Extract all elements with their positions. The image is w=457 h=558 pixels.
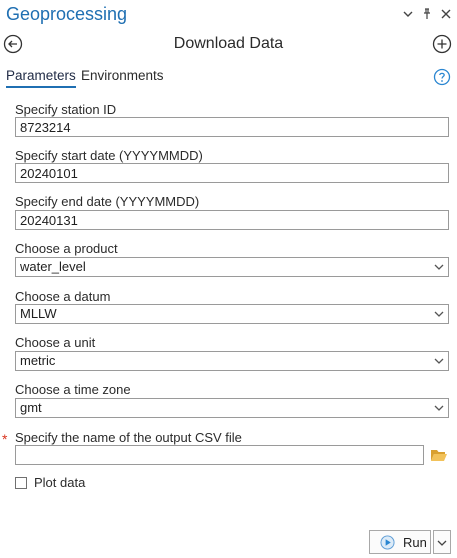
datum-select[interactable]: MLLW — [15, 304, 449, 324]
end-date-label: Specify end date (YYYYMMDD) — [15, 194, 200, 209]
chevron-down-icon — [437, 540, 447, 546]
station-id-label: Specify station ID — [15, 102, 117, 117]
run-icon — [380, 535, 395, 550]
pane-title: Geoprocessing — [6, 4, 128, 24]
chevron-down-icon — [434, 358, 444, 364]
pin-icon[interactable] — [419, 6, 435, 22]
unit-label: Choose a unit — [15, 335, 96, 350]
datum-value: MLLW — [20, 306, 57, 321]
product-label: Choose a product — [15, 241, 118, 256]
end-date-input[interactable] — [15, 210, 449, 230]
start-date-label: Specify start date (YYYYMMDD) — [15, 148, 203, 163]
add-circle-icon[interactable] — [432, 34, 452, 54]
run-label: Run — [403, 535, 427, 550]
folder-icon[interactable] — [430, 447, 448, 463]
close-icon[interactable] — [438, 6, 454, 22]
pane-header: Geoprocessing — [0, 0, 457, 30]
chevron-down-icon[interactable] — [400, 6, 416, 22]
time-zone-select[interactable]: gmt — [15, 398, 449, 418]
product-value: water_level — [20, 259, 86, 274]
start-date-input[interactable] — [15, 163, 449, 183]
tab-environments[interactable]: Environments — [81, 68, 164, 83]
required-marker: * — [2, 431, 8, 447]
plot-data-label: Plot data — [34, 475, 86, 490]
output-csv-label: Specify the name of the output CSV file — [15, 430, 242, 445]
chevron-down-icon — [434, 311, 444, 317]
station-id-input[interactable] — [15, 117, 449, 137]
output-csv-input[interactable] — [15, 445, 424, 465]
chevron-down-icon — [434, 405, 444, 411]
plot-data-checkbox[interactable] — [15, 477, 27, 489]
time-zone-label: Choose a time zone — [15, 382, 131, 397]
tab-bar: Parameters Environments — [0, 66, 457, 90]
run-options-button[interactable] — [433, 530, 451, 554]
help-icon[interactable] — [433, 68, 451, 86]
tool-toolbar: Download Data — [0, 32, 457, 58]
unit-value: metric — [20, 353, 56, 368]
unit-select[interactable]: metric — [15, 351, 449, 371]
tool-title: Download Data — [173, 35, 284, 52]
run-button[interactable]: Run — [369, 530, 431, 554]
datum-label: Choose a datum — [15, 289, 111, 304]
time-zone-value: gmt — [20, 400, 42, 415]
product-select[interactable]: water_level — [15, 257, 449, 277]
chevron-down-icon — [434, 264, 444, 270]
tab-parameters[interactable]: Parameters — [6, 68, 76, 88]
